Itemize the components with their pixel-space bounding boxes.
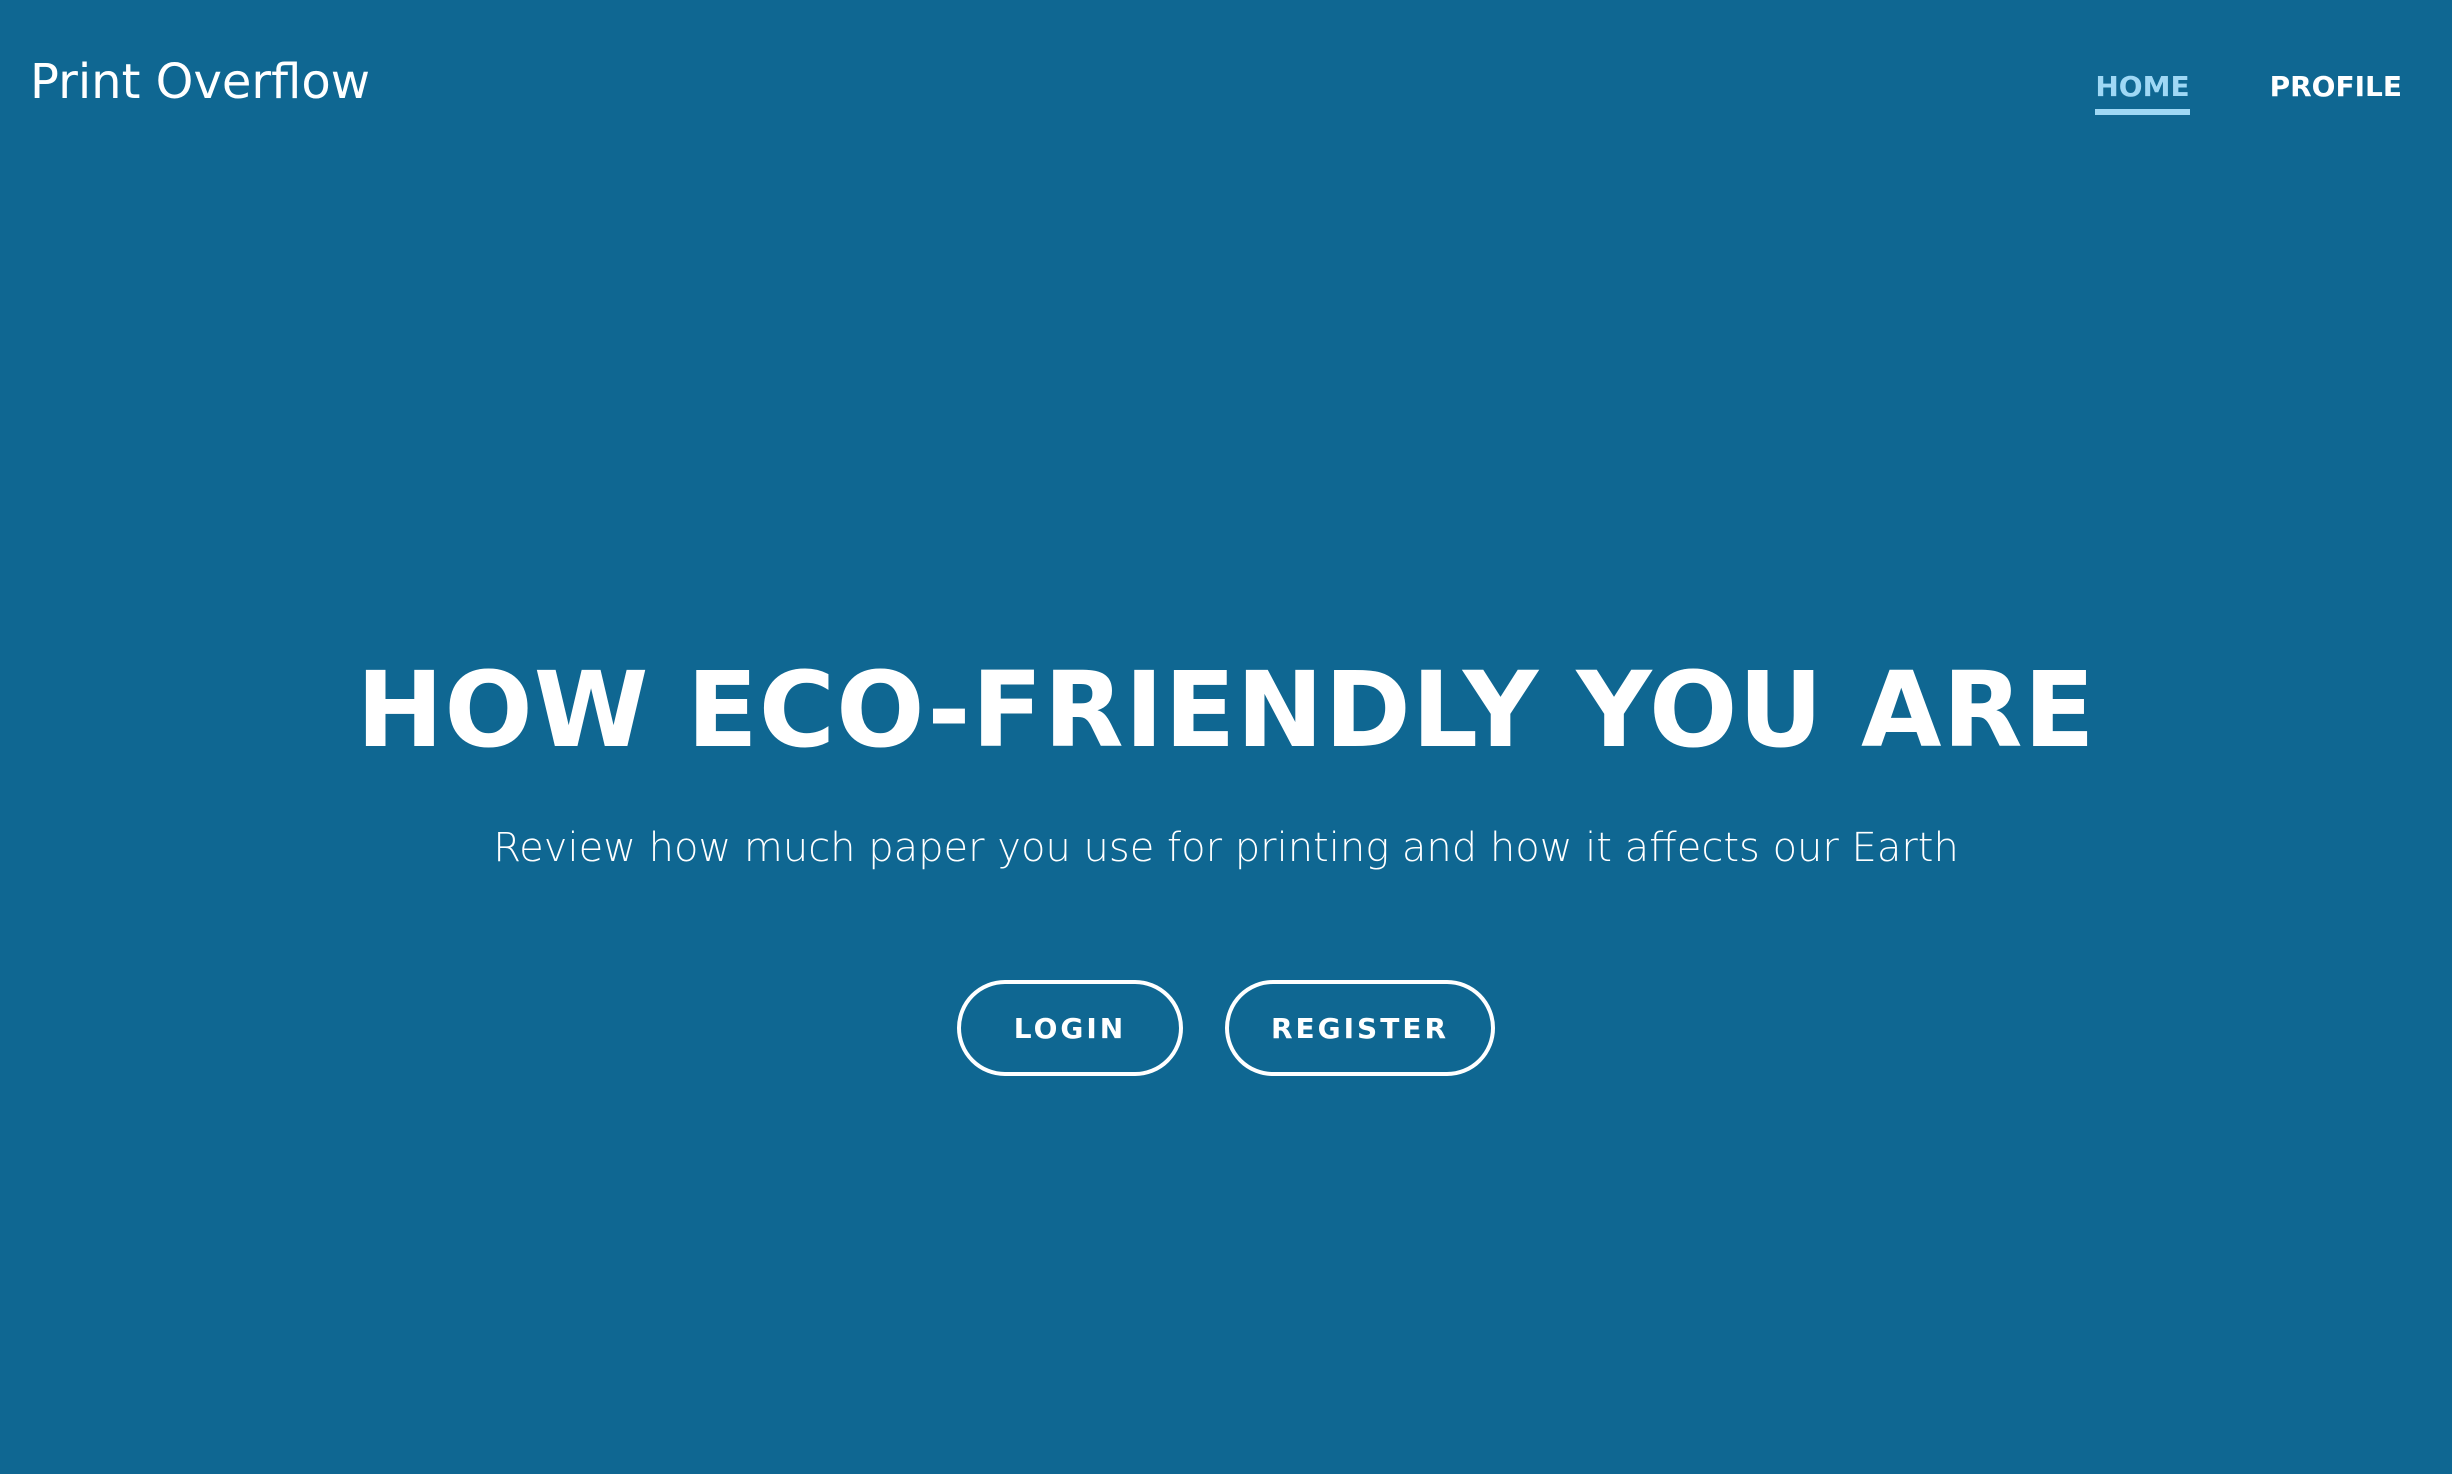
hero-subtitle: Review how much paper you use for printi… [493,825,1959,871]
hero-section: HOW ECO-FRIENDLY YOU ARE Review how much… [0,640,2452,1076]
hero-buttons: LOGIN REGISTER [0,980,2452,1076]
nav-link-profile[interactable]: PROFILE [2270,70,2402,115]
nav-link-home[interactable]: HOME [2095,70,2190,115]
brand-logo-link[interactable]: Print Overflow [30,54,370,110]
hero-title: HOW ECO-FRIENDLY YOU ARE [356,649,2096,771]
navbar: Print Overflow HOME PROFILE [0,0,2452,180]
page: Print Overflow HOME PROFILE HOW ECO-FRIE… [0,0,2452,1474]
register-button[interactable]: REGISTER [1225,980,1495,1076]
login-button[interactable]: LOGIN [957,980,1183,1076]
nav-links: HOME PROFILE [2095,70,2402,115]
